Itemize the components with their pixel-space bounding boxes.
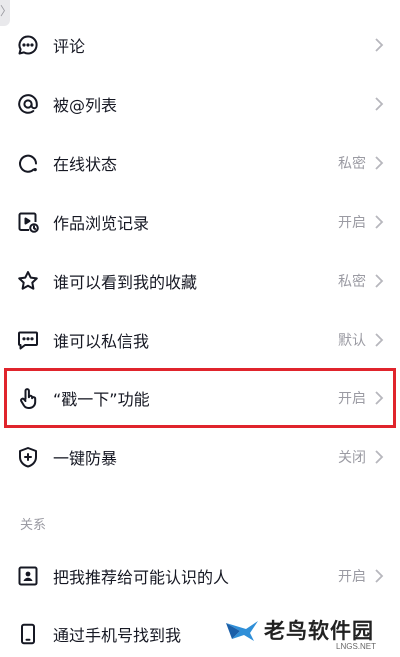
settings-row-view-history[interactable]: 作品浏览记录 开启 (0, 193, 400, 251)
message-icon (16, 328, 40, 352)
settings-row-value: 开启 (338, 215, 366, 231)
online-status-icon (16, 151, 40, 175)
finger-tap-icon (16, 386, 40, 410)
settings-row-label: 一键防暴 (53, 449, 118, 468)
play-history-icon (16, 210, 40, 234)
settings-row-label: 通过手机号找到我 (53, 626, 182, 645)
chevron-right-icon (374, 332, 384, 348)
chevron-right-icon (374, 214, 384, 230)
section-title-relations: 关系 (20, 518, 47, 533)
settings-row-value: 开启 (338, 391, 366, 407)
chevron-right-icon (374, 449, 384, 465)
settings-row-label: 谁可以私信我 (53, 332, 150, 351)
settings-row-mentions[interactable]: 被@列表 (0, 75, 400, 133)
settings-row-label: “戳一下”功能 (53, 390, 150, 409)
at-icon (16, 92, 40, 116)
star-icon (16, 269, 40, 293)
comment-icon (16, 33, 40, 57)
settings-row-poke-feature[interactable]: “戳一下”功能 开启 (0, 369, 400, 427)
settings-row-value: 私密 (338, 156, 366, 172)
settings-row-value: 关闭 (338, 450, 366, 466)
settings-row-direct-message[interactable]: 谁可以私信我 默认 (0, 311, 400, 369)
phone-icon (16, 622, 40, 646)
settings-row-label: 评论 (53, 37, 86, 56)
settings-row-label: 被@列表 (53, 96, 118, 115)
contact-card-icon (16, 564, 40, 588)
settings-row-value: 默认 (338, 333, 366, 349)
chevron-right-icon (374, 390, 384, 406)
chevron-right-icon (374, 155, 384, 171)
settings-row-anti-harassment[interactable]: 一键防暴 关闭 (0, 428, 400, 486)
chevron-right-icon (374, 37, 384, 53)
settings-row-value: 私密 (338, 274, 366, 290)
chevron-right-icon (374, 96, 384, 112)
settings-row-comments[interactable]: 评论 (0, 16, 400, 74)
settings-row-recommend-me[interactable]: 把我推荐给可能认识的人 开启 (0, 547, 400, 605)
watermark: 老鸟软件园 LNGS.NET (200, 601, 400, 657)
settings-row-value: 开启 (338, 569, 366, 585)
watermark-brand: 老鸟软件园 (264, 619, 374, 643)
settings-row-label: 在线状态 (53, 155, 118, 174)
settings-row-favorites-visibility[interactable]: 谁可以看到我的收藏 私密 (0, 252, 400, 310)
settings-row-online-status[interactable]: 在线状态 私密 (0, 134, 400, 192)
settings-row-label: 谁可以看到我的收藏 (53, 273, 198, 292)
settings-row-label: 作品浏览记录 (53, 214, 150, 233)
shield-plus-icon (16, 445, 40, 469)
bird-logo-icon (224, 611, 260, 647)
settings-row-label: 把我推荐给可能认识的人 (53, 568, 230, 587)
watermark-domain: LNGS.NET (336, 642, 377, 651)
privacy-settings-page: 〉 评论 被@列表 在线状态 私密 作品浏览记录 开启 谁可以看到我的收藏 私密… (0, 0, 400, 657)
chevron-right-icon (374, 273, 384, 289)
chevron-right-icon (374, 568, 384, 584)
